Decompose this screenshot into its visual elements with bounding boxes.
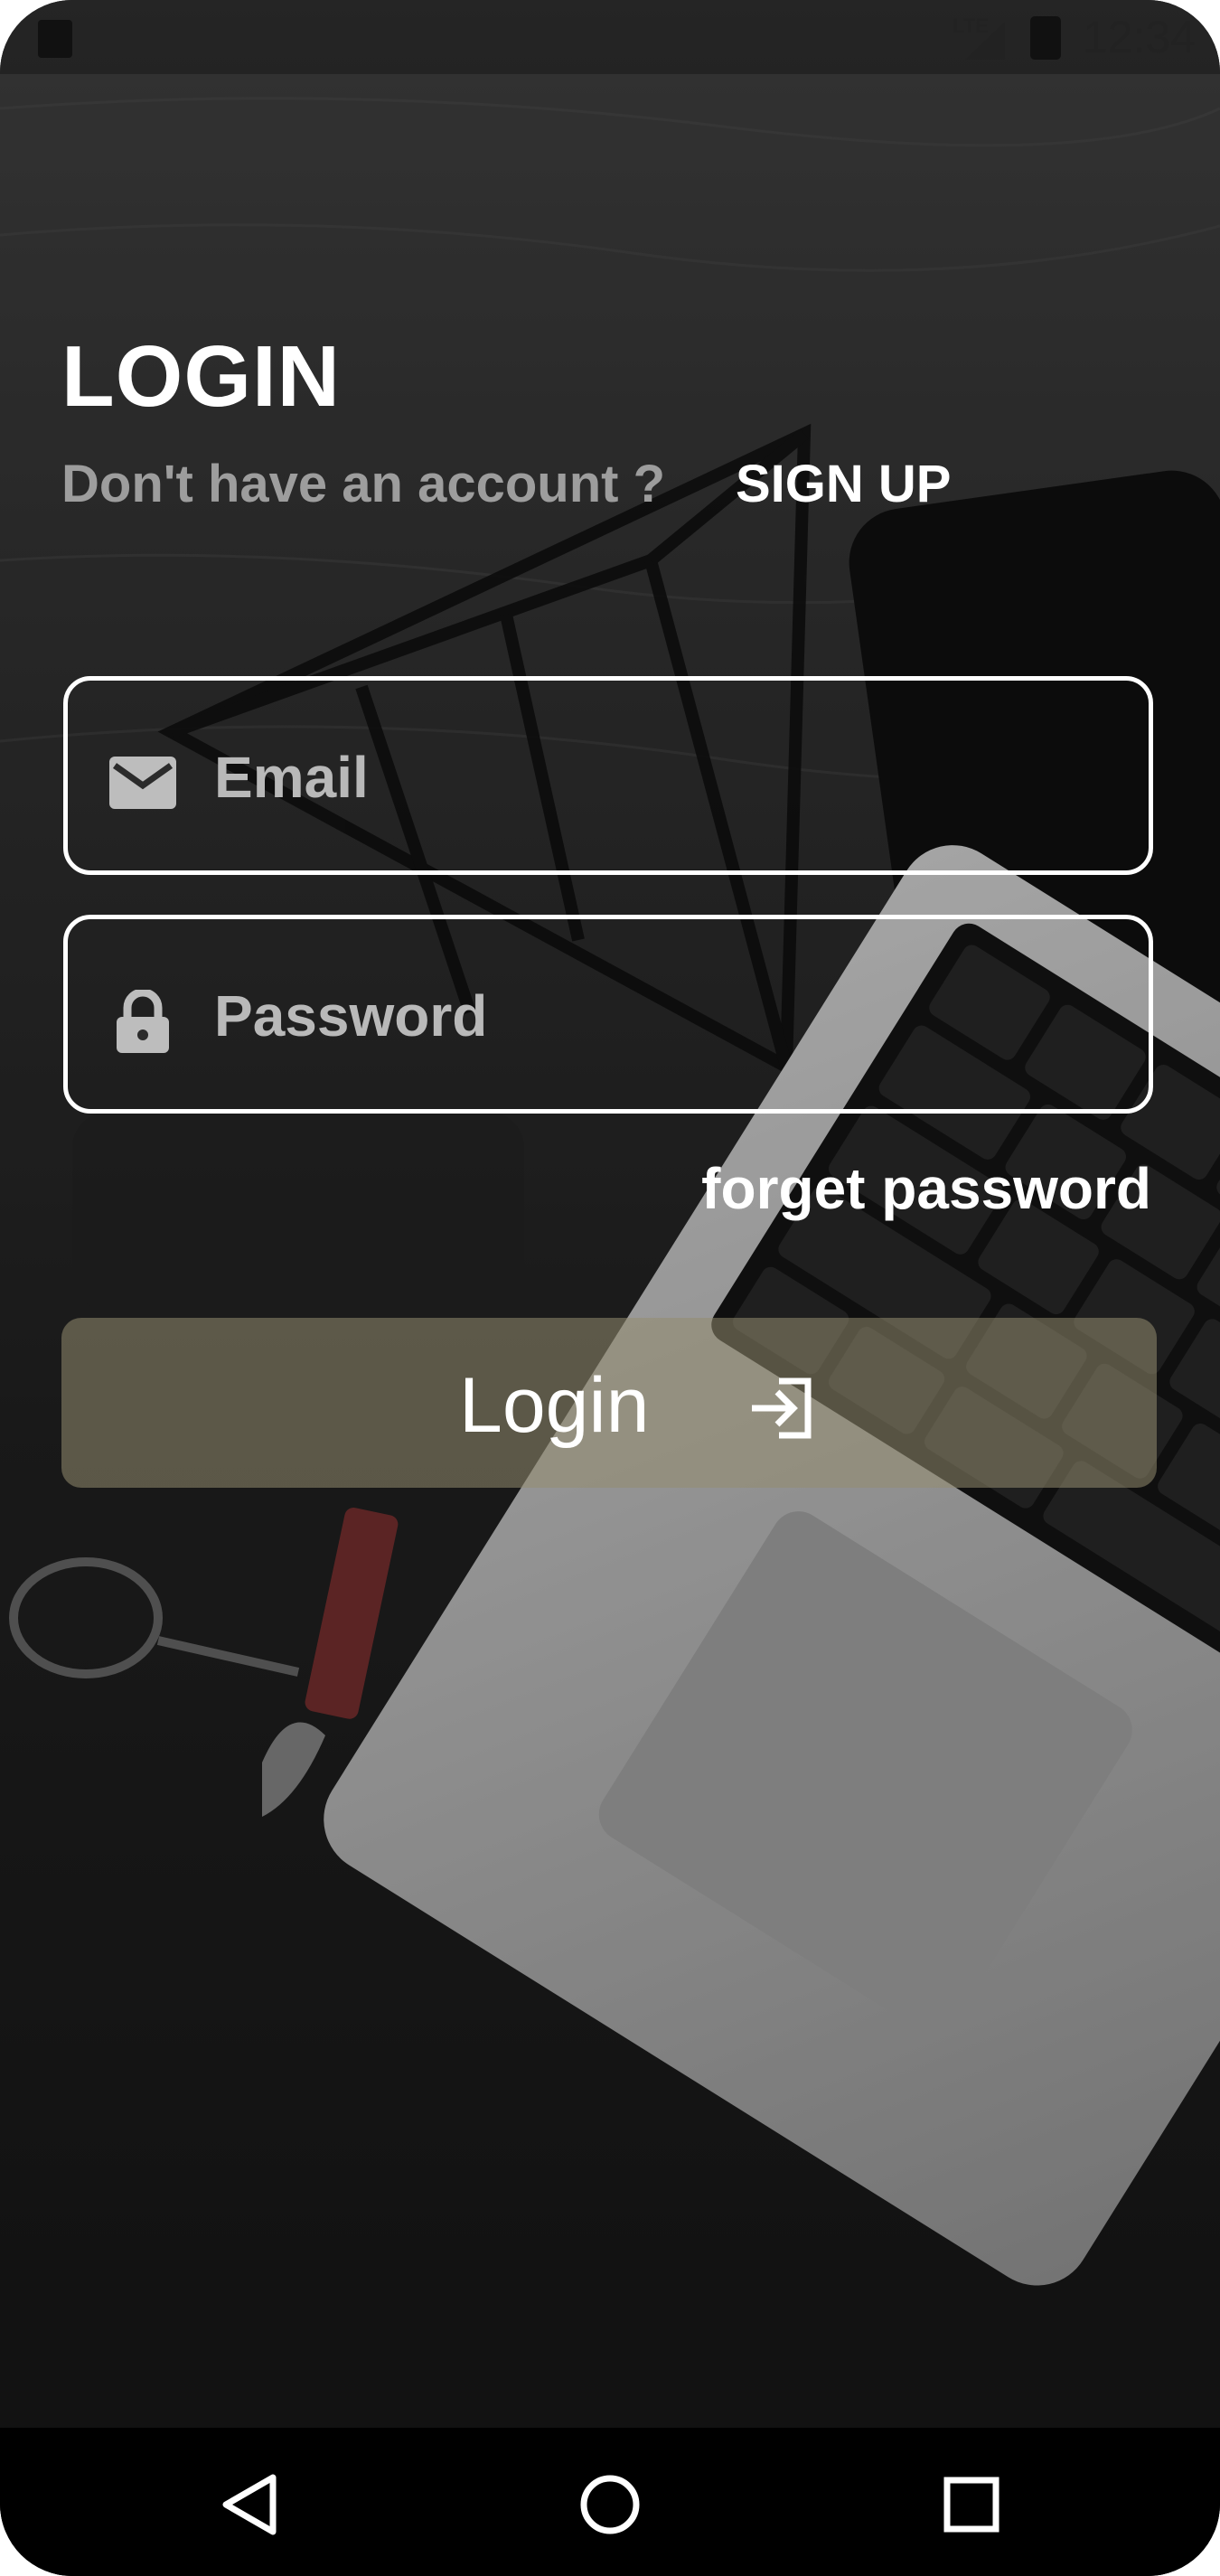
page-title: LOGIN (61, 328, 341, 425)
lock-icon (117, 990, 169, 1053)
phone-screen: LTE 12:34 LOGIN Don't have an account ? … (0, 0, 1220, 2576)
sim-card-icon (38, 20, 72, 58)
clock: 12:34 (1083, 12, 1197, 62)
status-bar: LTE 12:34 (0, 0, 1220, 74)
login-arrow-icon (752, 1377, 812, 1439)
back-triangle-icon[interactable] (210, 2464, 291, 2545)
forget-password-link[interactable]: forget password (701, 1155, 1151, 1222)
email-field[interactable] (63, 676, 1153, 875)
signup-link[interactable]: SIGN UP (736, 454, 952, 514)
mail-icon (109, 757, 176, 809)
signup-prompt: Don't have an account ? (61, 455, 665, 513)
home-circle-icon[interactable] (569, 2464, 651, 2545)
email-input[interactable] (212, 717, 1120, 838)
recents-square-icon[interactable] (931, 2464, 1012, 2545)
login-button-label: Login (459, 1362, 650, 1449)
navigation-bar (0, 2428, 1220, 2576)
login-button[interactable]: Login (61, 1318, 1157, 1488)
signal-icon (965, 22, 1005, 60)
password-field[interactable] (63, 915, 1153, 1114)
password-input[interactable] (212, 955, 1120, 1076)
battery-icon (1030, 16, 1061, 60)
